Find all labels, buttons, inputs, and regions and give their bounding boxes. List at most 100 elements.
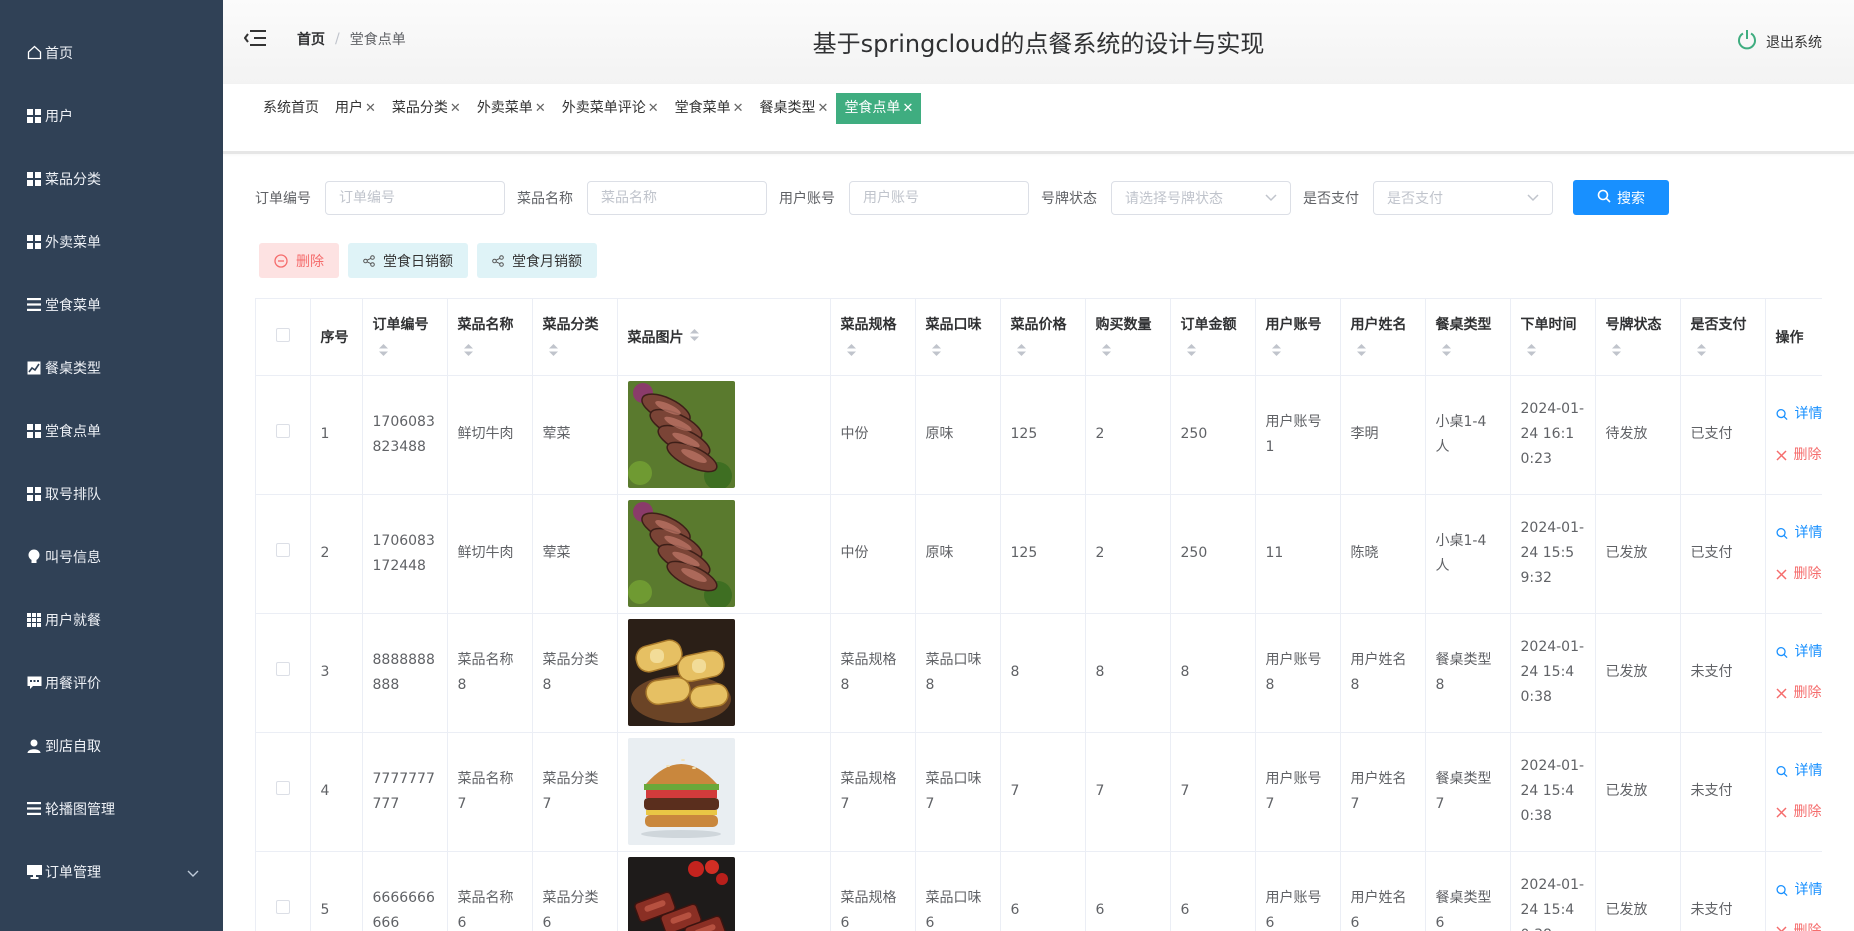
sort-icon[interactable] (1441, 343, 1500, 360)
sidebar-item-label: 堂食点单 (45, 423, 101, 440)
dish-image[interactable] (627, 857, 820, 931)
tag-3[interactable]: 外卖菜单 ✕ (469, 93, 554, 124)
column-header[interactable]: 订单编号 (362, 299, 448, 376)
tag-0[interactable]: 系统首页 (255, 93, 327, 124)
tag-7[interactable]: 堂食点单 ✕ (836, 93, 922, 124)
sidebar-item-label: 到店自取 (45, 738, 101, 755)
detail-button[interactable]: 详情 (1775, 759, 1822, 784)
column-header[interactable]: 用户姓名 (1340, 299, 1426, 376)
column-header[interactable]: 菜品口味 (915, 299, 1001, 376)
sort-icon[interactable] (689, 328, 699, 345)
column-header[interactable]: 菜品规格 (830, 299, 916, 376)
tag-2[interactable]: 菜品分类 ✕ (384, 93, 469, 124)
paid-select[interactable]: 是否支付 (1373, 180, 1553, 215)
sort-icon[interactable] (1016, 343, 1075, 360)
row-checkbox[interactable] (275, 662, 290, 676)
detail-button[interactable]: 详情 (1775, 402, 1822, 427)
close-icon[interactable]: ✕ (365, 93, 376, 124)
column-header[interactable]: 是否支付 (1680, 299, 1766, 376)
row-checkbox[interactable] (275, 781, 290, 795)
daily-sales-button[interactable]: 堂食日销额 (348, 243, 468, 278)
sort-icon[interactable] (378, 343, 437, 360)
sidebar-item-1[interactable]: 用户 (0, 84, 223, 147)
column-header[interactable]: 菜品价格 (1000, 299, 1086, 376)
sort-icon[interactable] (1526, 343, 1585, 360)
monthly-sales-button[interactable]: 堂食月销额 (477, 243, 597, 278)
logout-button[interactable]: 退出系统 (1736, 29, 1822, 55)
sort-icon[interactable] (463, 343, 522, 360)
close-icon[interactable]: ✕ (450, 93, 461, 124)
tag-4[interactable]: 外卖菜单评论 ✕ (554, 93, 667, 124)
close-icon[interactable]: ✕ (733, 93, 744, 124)
account-cell: 用户账号1 (1255, 375, 1341, 495)
column-header[interactable]: 菜品分类 (532, 299, 618, 376)
column-header[interactable]: 购买数量 (1085, 299, 1171, 376)
user-name-cell: 陈晓 (1340, 494, 1426, 614)
taste-cell: 菜品口味6 (915, 851, 1001, 931)
close-icon[interactable]: ✕ (818, 93, 829, 124)
column-header[interactable]: 用户账号 (1255, 299, 1341, 376)
dish-image-cell (617, 732, 831, 852)
dish-image[interactable] (627, 500, 820, 607)
order-no-input[interactable] (325, 180, 505, 215)
column-header[interactable]: 下单时间 (1510, 299, 1596, 376)
row-checkbox[interactable] (275, 424, 290, 438)
table-row: 2 1706083172448 鲜切牛肉 荤菜 中份 原味 125 2 250 11 陈晓 小桌1-4… (256, 494, 1823, 614)
sidebar-item-2[interactable]: 菜品分类 (0, 147, 223, 210)
row-checkbox[interactable] (275, 543, 290, 557)
sidebar-item-3[interactable]: 外卖菜单 (0, 210, 223, 273)
sort-icon[interactable] (1101, 343, 1160, 360)
number-status-select[interactable]: 请选择号牌状态 (1111, 180, 1291, 215)
table-body: 1 1706083823488 鲜切牛肉 荤菜 中份 原味 125 2 250 用户账号1 李明 小桌… (256, 375, 1822, 931)
quantity-cell: 2 (1085, 494, 1171, 614)
column-header[interactable]: 菜品图片 (617, 299, 831, 376)
tag-1[interactable]: 用户 ✕ (327, 93, 384, 124)
select-all-checkbox[interactable] (275, 327, 290, 342)
sidebar-item-5[interactable]: 餐桌类型 (0, 336, 223, 399)
sort-icon[interactable] (1271, 343, 1330, 360)
account-input[interactable] (849, 180, 1029, 215)
delete-button[interactable]: 删除 (1775, 800, 1823, 825)
sidebar-item-10[interactable]: 用餐评价 (0, 651, 223, 714)
sort-icon[interactable] (846, 343, 905, 360)
row-checkbox[interactable] (275, 900, 290, 914)
close-icon[interactable]: ✕ (648, 93, 659, 124)
detail-button[interactable]: 详情 (1775, 521, 1822, 546)
close-icon[interactable]: ✕ (535, 93, 546, 124)
sort-icon[interactable] (1611, 343, 1670, 360)
column-header[interactable]: 餐桌类型 (1425, 299, 1511, 376)
sidebar-item-12[interactable]: 轮播图管理 (0, 777, 223, 840)
sidebar-item-8[interactable]: 叫号信息 (0, 525, 223, 588)
sort-icon[interactable] (548, 343, 607, 360)
search-button[interactable]: 搜索 (1573, 180, 1669, 215)
sort-icon[interactable] (931, 343, 990, 360)
batch-delete-button[interactable]: 删除 (259, 243, 339, 278)
sidebar-item-13[interactable]: 订单管理 (0, 840, 223, 903)
amount-cell: 7 (1170, 732, 1256, 852)
sidebar-item-11[interactable]: 到店自取 (0, 714, 223, 777)
detail-button[interactable]: 详情 (1775, 878, 1822, 903)
detail-button[interactable]: 详情 (1775, 640, 1822, 665)
tag-5[interactable]: 堂食菜单 ✕ (667, 93, 752, 124)
tag-6[interactable]: 餐桌类型 ✕ (752, 93, 837, 124)
sort-icon[interactable] (1696, 343, 1755, 360)
column-header[interactable]: 订单金额 (1170, 299, 1256, 376)
sidebar-item-4[interactable]: 堂食菜单 (0, 273, 223, 336)
delete-button[interactable]: 删除 (1775, 681, 1823, 706)
sidebar-item-9[interactable]: 用户就餐 (0, 588, 223, 651)
sort-icon[interactable] (1356, 343, 1415, 360)
sidebar-item-7[interactable]: 取号排队 (0, 462, 223, 525)
sort-icon[interactable] (1186, 343, 1245, 360)
dish-image[interactable] (627, 619, 820, 726)
sidebar-item-6[interactable]: 堂食点单 (0, 399, 223, 462)
sidebar-item-0[interactable]: 首页 (0, 21, 223, 84)
dish-image[interactable] (627, 738, 820, 845)
delete-button[interactable]: 删除 (1775, 562, 1823, 587)
dish-image[interactable] (627, 381, 820, 488)
dish-name-input[interactable] (587, 180, 767, 215)
close-icon[interactable]: ✕ (902, 93, 913, 124)
column-header[interactable]: 菜品名称 (447, 299, 533, 376)
delete-button[interactable]: 删除 (1775, 919, 1823, 931)
column-header[interactable]: 号牌状态 (1595, 299, 1681, 376)
delete-button[interactable]: 删除 (1775, 443, 1823, 468)
